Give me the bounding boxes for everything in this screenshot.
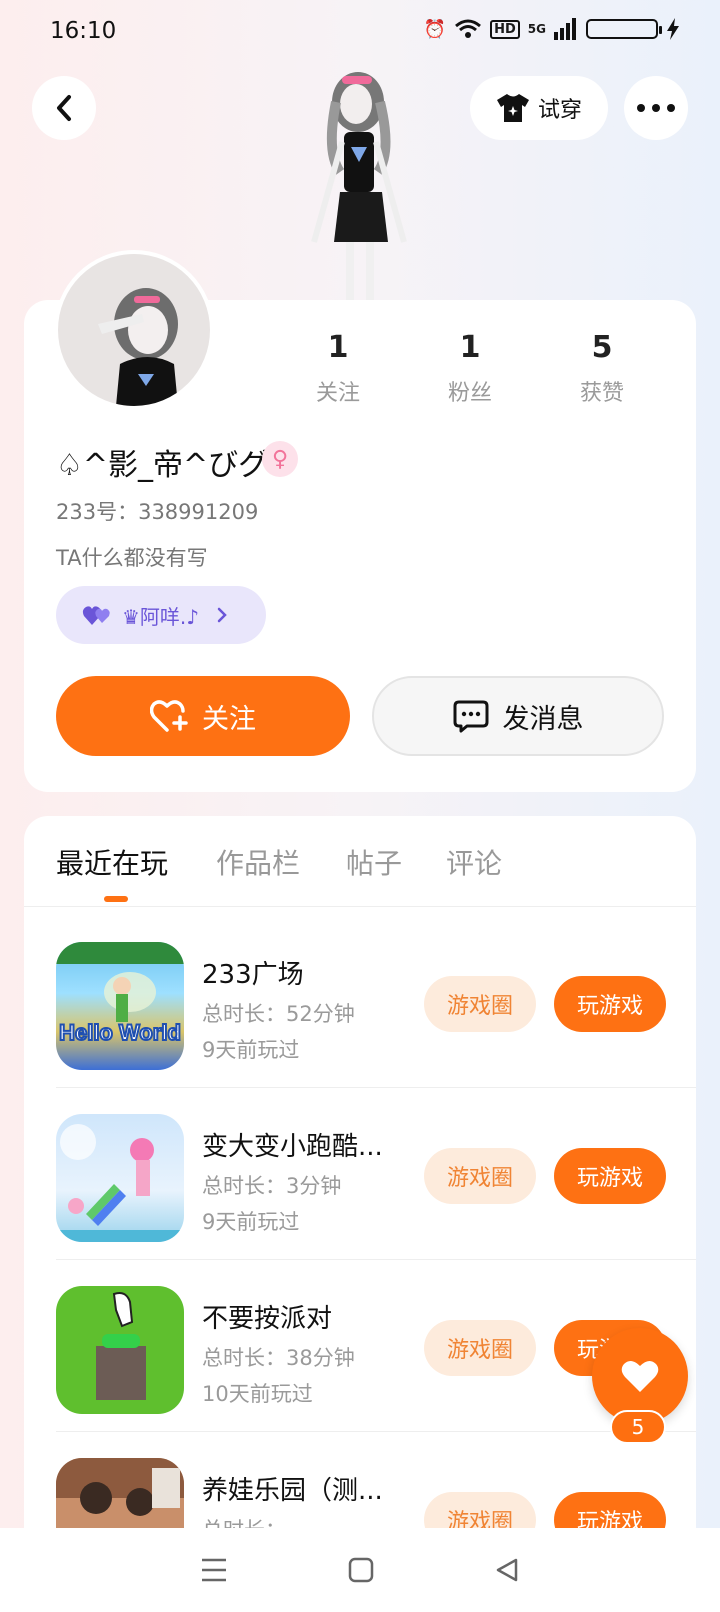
follow-label: 关注 [202,703,256,735]
game-item[interactable]: 变大变小跑酷... 总时长：3分钟 9天前玩过 游戏圈 玩游戏 [24,1082,696,1260]
game-circle-button[interactable]: 游戏圈 [424,1148,536,1204]
game-thumbnail: Hello World [56,942,184,1070]
tryon-button[interactable]: 试穿 [470,76,608,140]
thumb-hello-text: Hello World [59,1020,181,1045]
game-circle-button[interactable]: 游戏圈 [424,1320,536,1376]
stat-likes[interactable]: 5 获赞 [542,330,662,407]
tab-posts[interactable]: 帖子 [346,842,402,882]
game-thumbnail [56,1114,184,1242]
game-last-played: 10天前玩过 [202,1382,313,1406]
game-name: 养娃乐园（测... [202,1476,383,1506]
stat-label: 获赞 [579,381,624,406]
tab-recent[interactable]: 最近在玩 [56,842,168,882]
hd-icon: HD [490,19,520,39]
companion-chip[interactable]: ♛阿咩.♪ [56,586,266,644]
game-item[interactable]: 不要按派对 总时长：38分钟 10天前玩过 游戏圈 玩游戏 [24,1254,696,1432]
heart-plus-icon [150,700,188,732]
back-button[interactable] [32,76,96,140]
battery-icon [586,19,662,39]
stat-label: 关注 [315,381,360,406]
tshirt-icon [496,94,529,122]
game-circle-button[interactable]: 游戏圈 [424,976,536,1032]
message-button[interactable]: 发消息 [372,676,664,756]
game-item[interactable]: Hello World 233广场 总时长：52分钟 9天前玩过 游戏圈 玩游戏 [24,910,696,1088]
back-triangle-icon[interactable] [494,1557,520,1583]
tab-divider [24,906,696,907]
chevron-right-icon [217,607,227,623]
user-id: 233号：338991209 [56,500,259,524]
game-duration: 总时长：52分钟 [202,1002,355,1026]
more-dots-icon [637,104,675,112]
stat-value: 1 [459,330,481,365]
home-icon[interactable] [348,1557,374,1583]
chevron-left-icon [57,95,71,121]
avatar[interactable] [54,250,214,410]
system-nav-bar [0,1528,720,1612]
tryon-label: 试穿 [537,98,582,123]
female-gender-icon: ♀ [262,441,298,477]
tab-comments[interactable]: 评论 [446,842,502,882]
double-heart-icon [82,606,110,625]
game-last-played: 9天前玩过 [202,1038,300,1062]
play-game-button[interactable]: 玩游戏 [554,976,666,1032]
stat-label: 粉丝 [447,381,492,406]
game-name: 变大变小跑酷... [202,1132,383,1162]
stat-following[interactable]: 1 关注 [278,330,398,407]
play-game-button[interactable]: 玩游戏 [554,1148,666,1204]
game-last-played: 9天前玩过 [202,1210,300,1234]
avatar-figure [296,62,426,302]
network-label: 5G [527,22,546,36]
game-name: 233广场 [202,960,304,990]
tab-works[interactable]: 作品栏 [216,842,300,882]
status-icons: ⏰ HD 5G [424,18,680,40]
tab-indicator [104,896,128,902]
stat-value: 5 [591,330,613,365]
game-name: 不要按派对 [202,1304,333,1334]
game-duration: 总时长：3分钟 [202,1174,342,1198]
follow-button[interactable]: 关注 [56,676,350,756]
game-duration: 总时长：38分钟 [202,1346,355,1370]
bio: TA什么都没有写 [56,546,208,570]
wifi-icon [455,19,482,38]
charging-icon [667,18,679,40]
stat-value: 1 [327,330,349,365]
chat-bubble-icon [453,700,488,733]
stat-followers[interactable]: 1 粉丝 [410,330,530,407]
companion-name: ♛阿咩.♪ [122,604,200,629]
more-button[interactable] [624,76,688,140]
message-label: 发消息 [502,703,584,735]
status-time: 16:10 [50,18,117,44]
username: ♤^影_帝^びグ [56,448,269,483]
signal-icon [554,18,576,40]
alarm-icon: ⏰ [423,18,447,40]
game-thumbnail [56,1286,184,1414]
like-count-badge: 5 [610,1410,666,1444]
menu-icon[interactable] [200,1557,228,1583]
heart-icon [621,1360,659,1392]
